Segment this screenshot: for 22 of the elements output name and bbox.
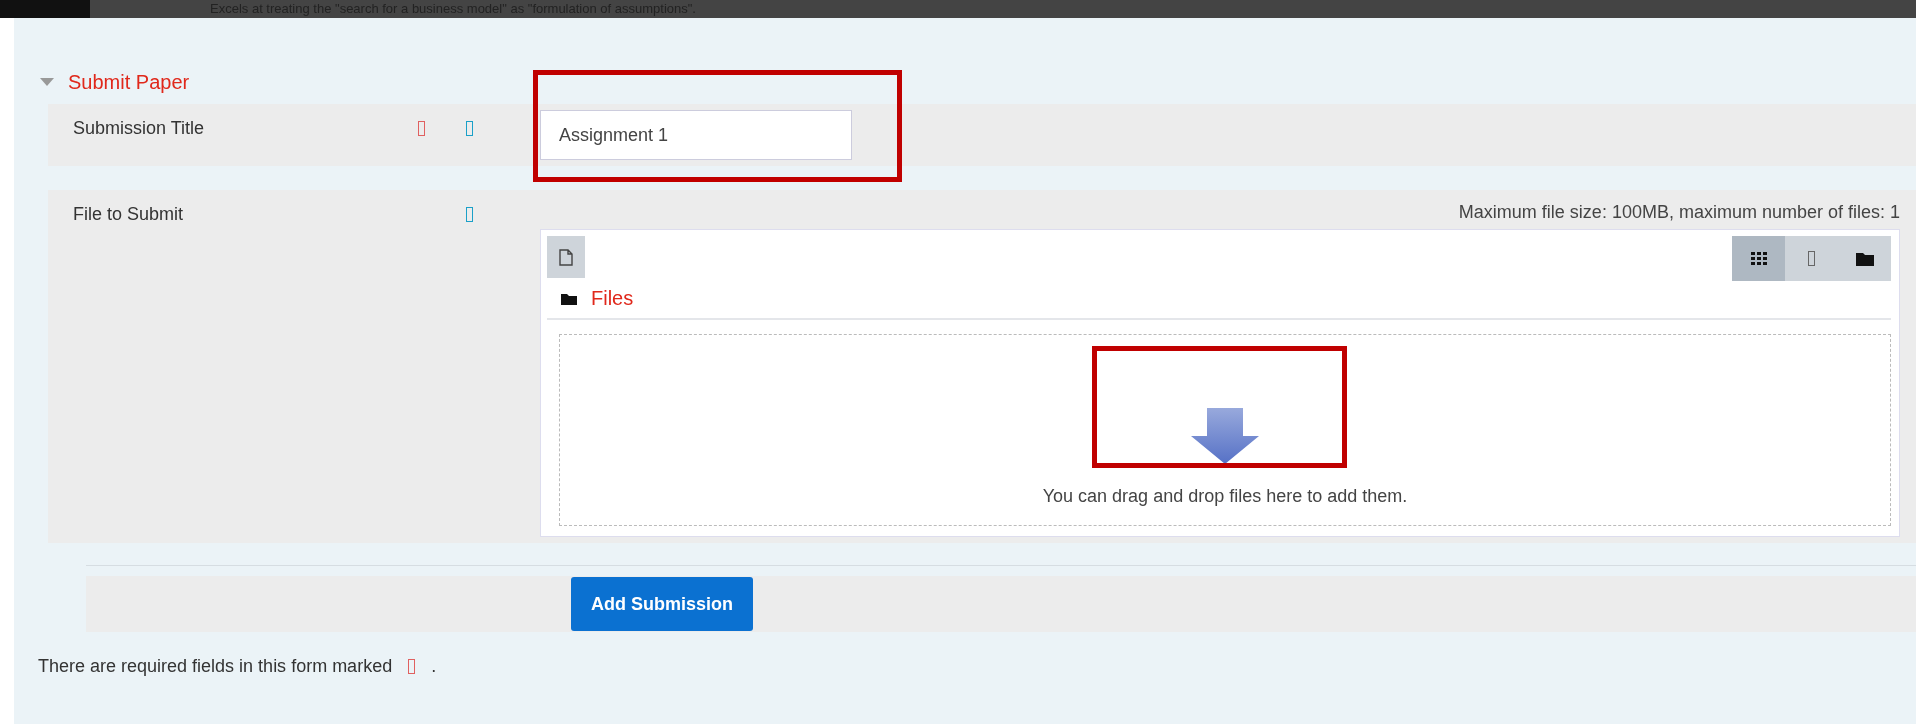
missing-glyph-icon [466, 121, 473, 136]
view-toggle-button[interactable] [1732, 236, 1785, 281]
required-note-text: There are required fields in this form marked [38, 656, 393, 677]
caret-icon[interactable] [40, 77, 54, 87]
missing-glyph-icon [1808, 251, 1815, 266]
drop-zone[interactable]: You can drag and drop files here to add them. [559, 334, 1891, 526]
file-limits-text: Maximum file size: 100MB, maximum number of files: 1 [1458, 201, 1900, 224]
folder-icon [1855, 251, 1874, 266]
grid-icon [1750, 252, 1767, 265]
missing-glyph-icon [466, 207, 473, 222]
section-title[interactable]: Submit Paper [68, 70, 190, 94]
title-input[interactable]: Assignment 1 [540, 110, 852, 160]
period-text: . [431, 656, 437, 677]
add-file-button[interactable] [547, 236, 585, 278]
folder-icon [561, 292, 577, 305]
add-submission-button[interactable]: Add Submission [571, 577, 753, 631]
required-icon [408, 659, 416, 674]
field-label: Submission Title [73, 118, 206, 139]
field-label: File to Submit [73, 204, 185, 225]
drop-hint-text: You can drag and drop files here to add them. [1042, 486, 1408, 507]
file-icon [559, 248, 573, 266]
folder-link[interactable]: Files [591, 287, 634, 310]
